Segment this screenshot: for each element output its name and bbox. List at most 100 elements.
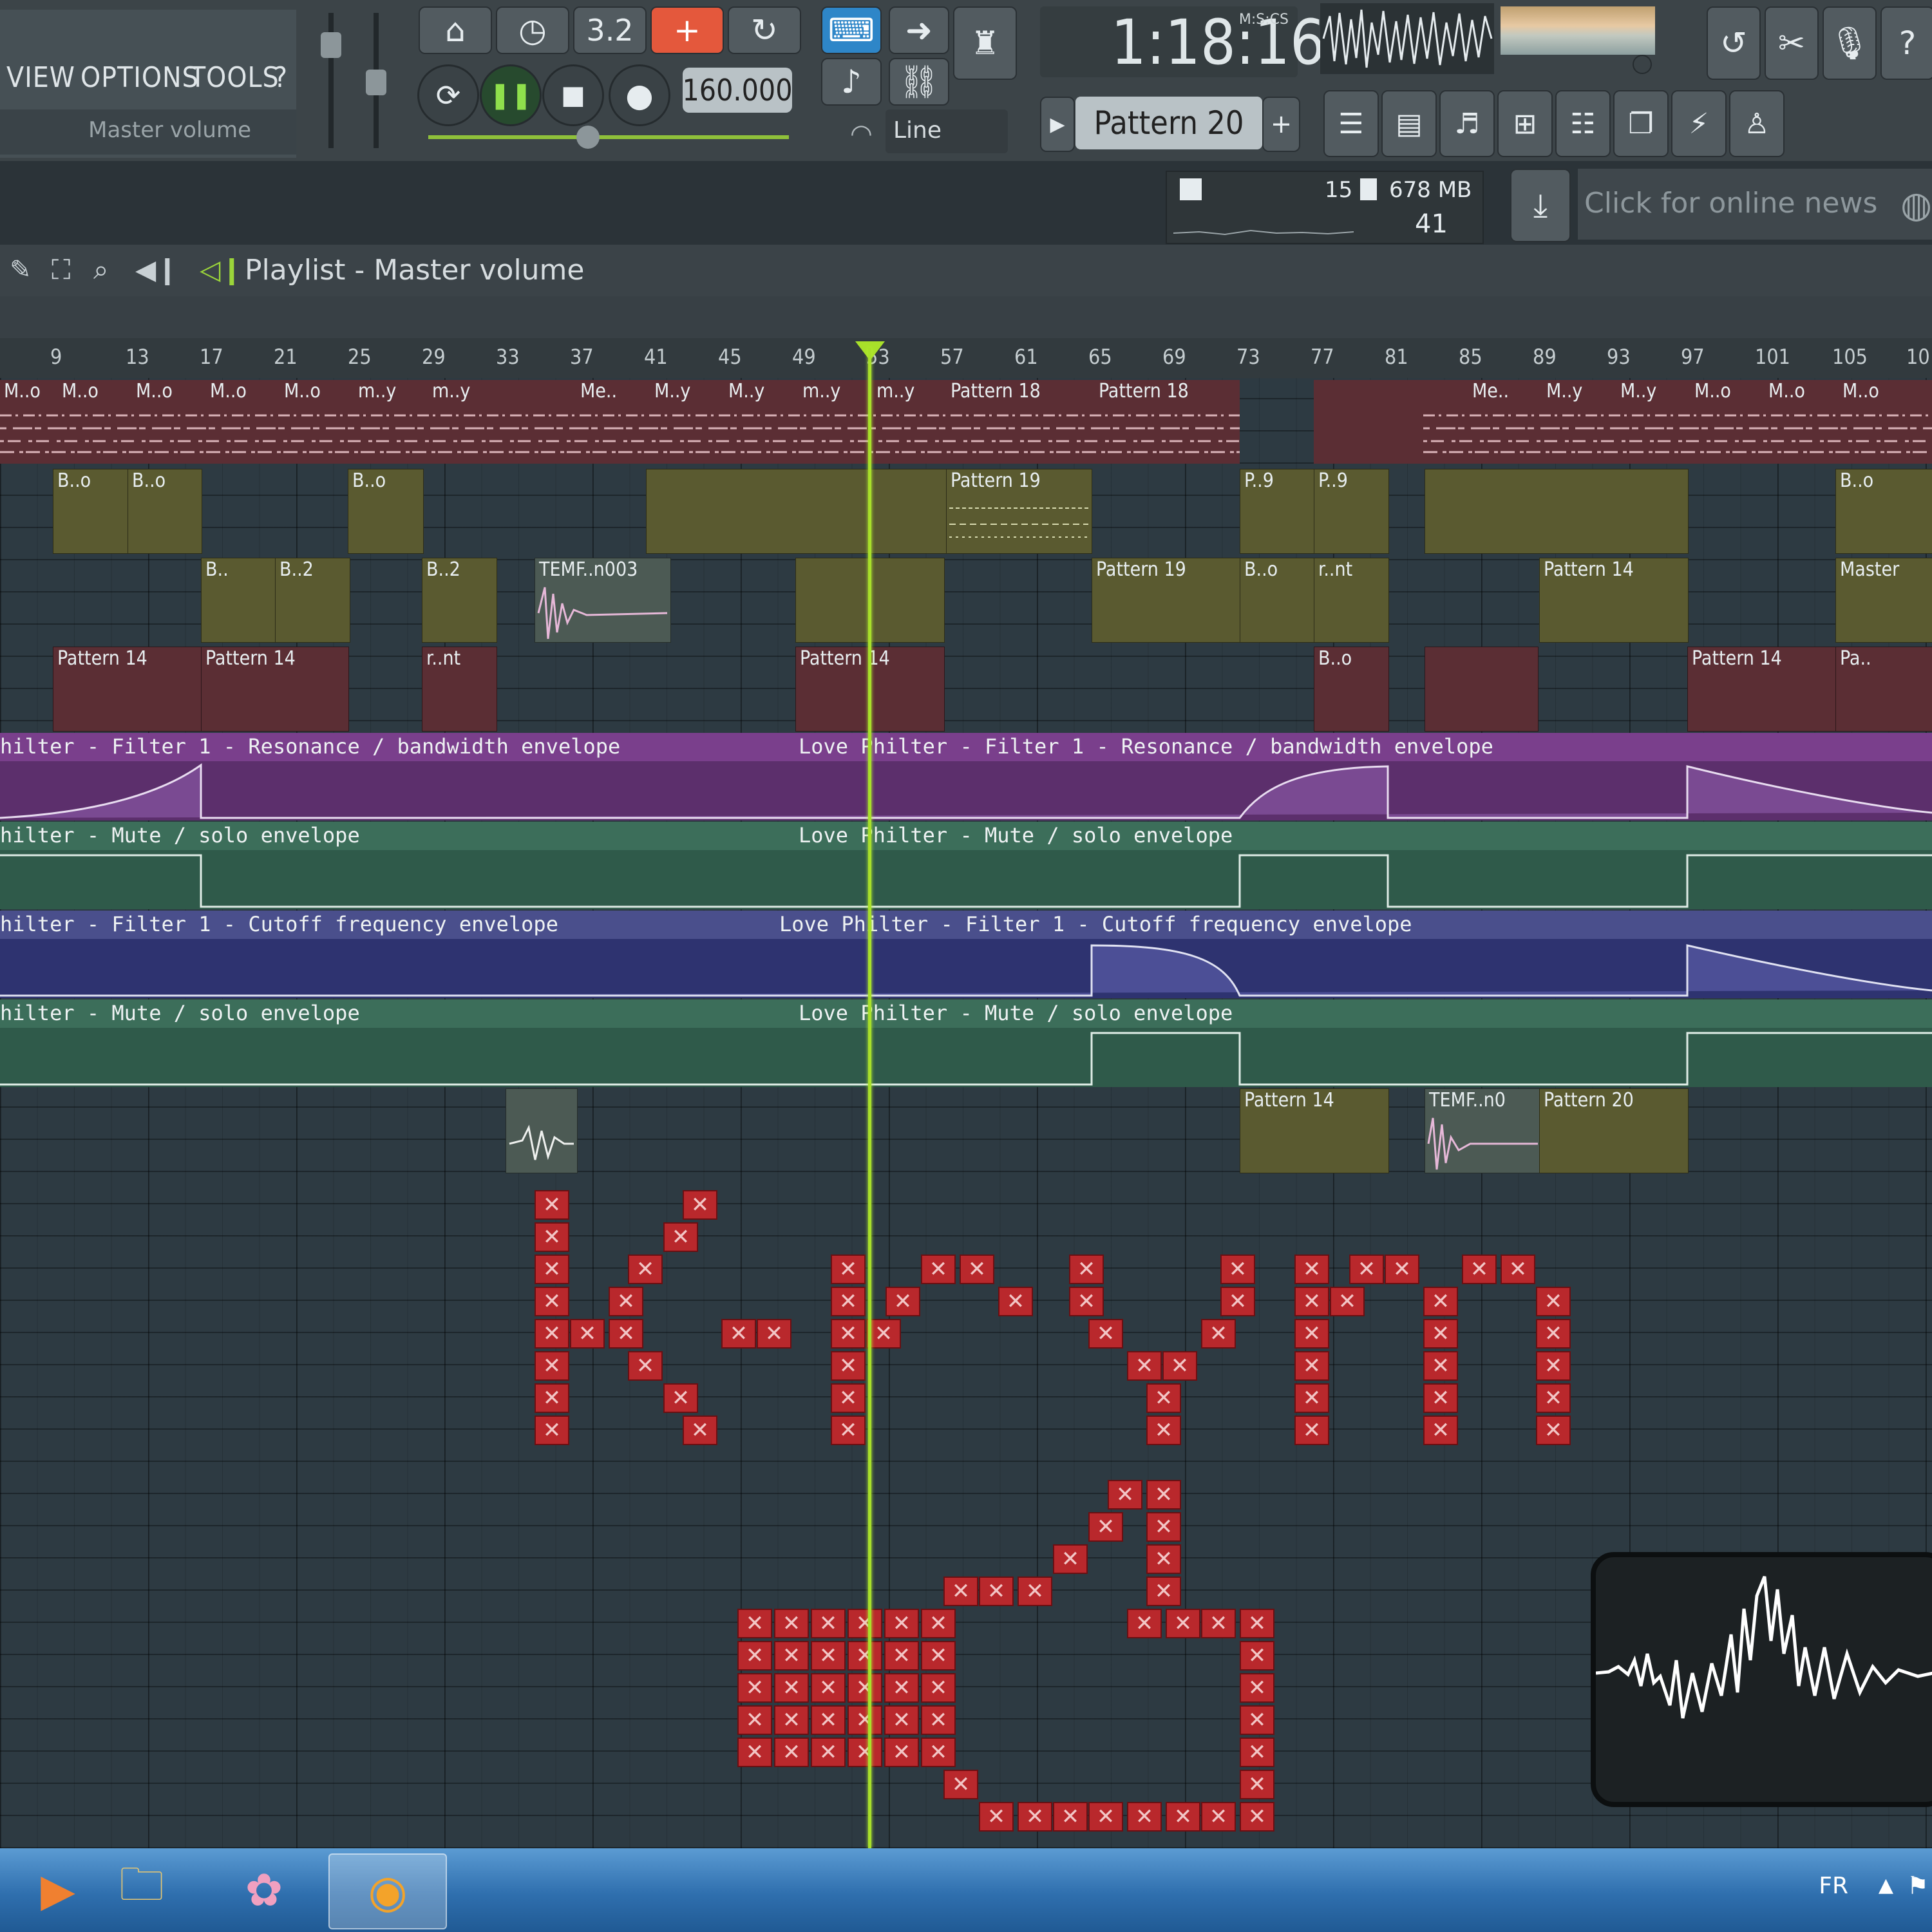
track-3-clip[interactable]: Pattern 14 (1539, 558, 1689, 643)
mixer-icon: ☷ (1570, 107, 1596, 140)
track-2-clip[interactable] (1425, 469, 1689, 554)
playhead[interactable] (868, 348, 871, 1848)
ruler-tick: 101 (1755, 345, 1790, 369)
time-display[interactable]: 1:18:16 M:S:CS (1040, 6, 1325, 79)
record-audio-button[interactable]: 🎙 (1823, 6, 1877, 80)
project-info-button[interactable]: ❐ (1613, 90, 1669, 157)
step-sequencer-button[interactable]: ▤ (1381, 90, 1437, 157)
track-4-clip[interactable]: Pa.. (1835, 647, 1932, 732)
fl-studio-task[interactable]: ◉ (328, 1853, 447, 1929)
track-9-audio-clip[interactable] (506, 1088, 578, 1173)
menu-help[interactable]: ? (274, 61, 288, 94)
track-2-clip[interactable] (646, 469, 947, 554)
track-2-clip[interactable]: Pattern 19 (946, 469, 1092, 554)
wait-record-button[interactable]: ◷ (496, 6, 569, 54)
paint-task[interactable]: ✿ (206, 1853, 322, 1927)
draw-tool-icon[interactable]: ✎ (10, 255, 32, 285)
piano-roll-button[interactable]: ♬ (1439, 90, 1495, 157)
menu-options[interactable]: OPTIONS (80, 61, 199, 94)
explorer-task[interactable]: 🗀 (84, 1853, 200, 1927)
help-button[interactable]: ? (1880, 6, 1932, 80)
blend-notes-button[interactable]: + (650, 6, 724, 54)
track-3-clip[interactable]: B.. (201, 558, 276, 643)
pattern-prev-button[interactable]: ▶ (1040, 97, 1075, 152)
track-2-clip[interactable]: B..o (1835, 469, 1932, 554)
snap-selector[interactable]: Line (886, 109, 1008, 153)
track-3-clip[interactable]: B..2 (422, 558, 497, 643)
play-button[interactable]: ❚❚ (480, 64, 542, 126)
undo-button[interactable]: ↺ (1707, 6, 1761, 80)
menu-view[interactable]: VIEW (6, 61, 75, 94)
tempo-display[interactable]: 160.000 (682, 68, 793, 113)
clip-label: M..y (1620, 380, 1657, 402)
loop-record-button[interactable]: ↻ (728, 6, 801, 54)
track-3-clip[interactable]: Pattern 19 (1092, 558, 1241, 643)
track-2-clip[interactable]: B..o (348, 469, 424, 554)
track-4-clip[interactable]: Pattern 14 (53, 647, 202, 732)
stop-button[interactable]: ■ (542, 64, 604, 126)
track-3-clip[interactable]: B..2 (275, 558, 350, 643)
ruler-tick: 21 (274, 345, 298, 369)
browser-button[interactable]: ⊞ (1497, 90, 1553, 157)
track-4-clip[interactable]: Pattern 14 (1687, 647, 1837, 732)
main-pitch-track[interactable] (428, 135, 789, 139)
pattern-selector[interactable]: Pattern 20 (1075, 97, 1262, 149)
track-4-clip[interactable]: B..o (1314, 647, 1389, 732)
audio-waveform (1427, 1117, 1538, 1170)
playlist-window-button[interactable]: ☰ (1323, 90, 1379, 157)
envelope-mute-row-2[interactable]: hilter - Mute / solo envelope Love Philt… (0, 999, 1932, 1087)
tray-arrow-icon[interactable]: ▲ (1879, 1874, 1893, 1897)
metronome-button[interactable]: ⌂ (419, 6, 492, 54)
playlist-overview[interactable] (0, 296, 1932, 338)
online-news[interactable]: Click for online news ◍ (1578, 169, 1932, 240)
link-button[interactable]: ⛓ (889, 58, 949, 106)
record-button[interactable]: ● (609, 64, 670, 126)
flag-icon[interactable]: ⚑ (1907, 1871, 1929, 1900)
track-4-clip[interactable]: Pattern 14 (201, 647, 349, 732)
master-pitch-knob[interactable] (366, 70, 386, 95)
select-tool-icon[interactable]: ⛶ (52, 254, 70, 286)
pattern-song-toggle[interactable]: ⟳ (417, 64, 479, 126)
typing-keyboard-button[interactable]: ⌨ (821, 6, 882, 54)
track-3-audio-clip[interactable]: TEMF..n003 (535, 558, 671, 643)
play-small-icon: ▶ (1050, 113, 1065, 136)
clip-label: Pattern 19 (1096, 558, 1186, 580)
multilink-button[interactable]: ♜ (953, 6, 1017, 80)
slide-button[interactable]: ♪ (821, 58, 882, 106)
master-volume-knob[interactable] (321, 32, 341, 58)
track-9-clip[interactable]: Pattern 20 (1539, 1088, 1689, 1173)
track-2-clip[interactable]: P..9 (1240, 469, 1315, 554)
track-3-clip[interactable]: B..o (1240, 558, 1315, 643)
plugin-database-button[interactable]: ⚡ (1671, 90, 1727, 157)
track-2-clip[interactable]: B..o (128, 469, 202, 554)
envelope-resonance-row[interactable]: hilter - Filter 1 - Resonance / bandwidt… (0, 733, 1932, 820)
countdown-button[interactable]: 3.2 (573, 6, 647, 54)
track-9-clip[interactable]: Pattern 14 (1240, 1088, 1389, 1173)
mixer-button[interactable]: ☷ (1555, 90, 1611, 157)
track-9-audio-clip[interactable]: TEMF..n0 (1425, 1088, 1540, 1173)
clip-label: Pa.. (1840, 647, 1871, 669)
track-2-clip[interactable]: P..9 (1314, 469, 1389, 554)
track-3-clip[interactable]: r..nt (1314, 558, 1389, 643)
timeline-ruler[interactable]: 9 13 17 21 25 29 33 37 41 45 49 53 57 61… (0, 338, 1932, 378)
clip-label: Pattern 14 (205, 647, 296, 669)
language-indicator[interactable]: FR (1819, 1873, 1848, 1899)
track-4-clip[interactable]: r..nt (422, 647, 497, 732)
add-pattern-button[interactable]: + (1262, 97, 1300, 152)
download-button[interactable]: ⤓ (1510, 169, 1571, 242)
track-3-automation-clip[interactable]: Master (1835, 558, 1932, 643)
menu-tools[interactable]: TOOLS (190, 61, 279, 94)
envelope-cutoff-row[interactable]: hilter - Filter 1 - Cutoff frequency env… (0, 911, 1932, 998)
tutorial-button[interactable]: ♙ (1729, 90, 1785, 157)
windows-taskbar: ▶ 🗀 ✿ ◉ FR ▲ ⚑ (0, 1848, 1932, 1932)
master-volume-mini-knob[interactable] (1633, 55, 1652, 74)
step-edit-button[interactable]: ➜ (889, 6, 949, 54)
track-4-clip[interactable] (1425, 647, 1539, 732)
speaker-tool-icon[interactable]: ◀❙ (135, 254, 179, 285)
cut-button[interactable]: ✂ (1765, 6, 1819, 80)
ruler-tick: 49 (792, 345, 816, 369)
ruler-tick: 37 (570, 345, 594, 369)
zoom-tool-icon[interactable]: ⌕ (93, 254, 109, 286)
envelope-mute-row[interactable]: hilter - Mute / solo envelope Love Philt… (0, 822, 1932, 909)
main-pitch-knob[interactable] (576, 126, 600, 149)
